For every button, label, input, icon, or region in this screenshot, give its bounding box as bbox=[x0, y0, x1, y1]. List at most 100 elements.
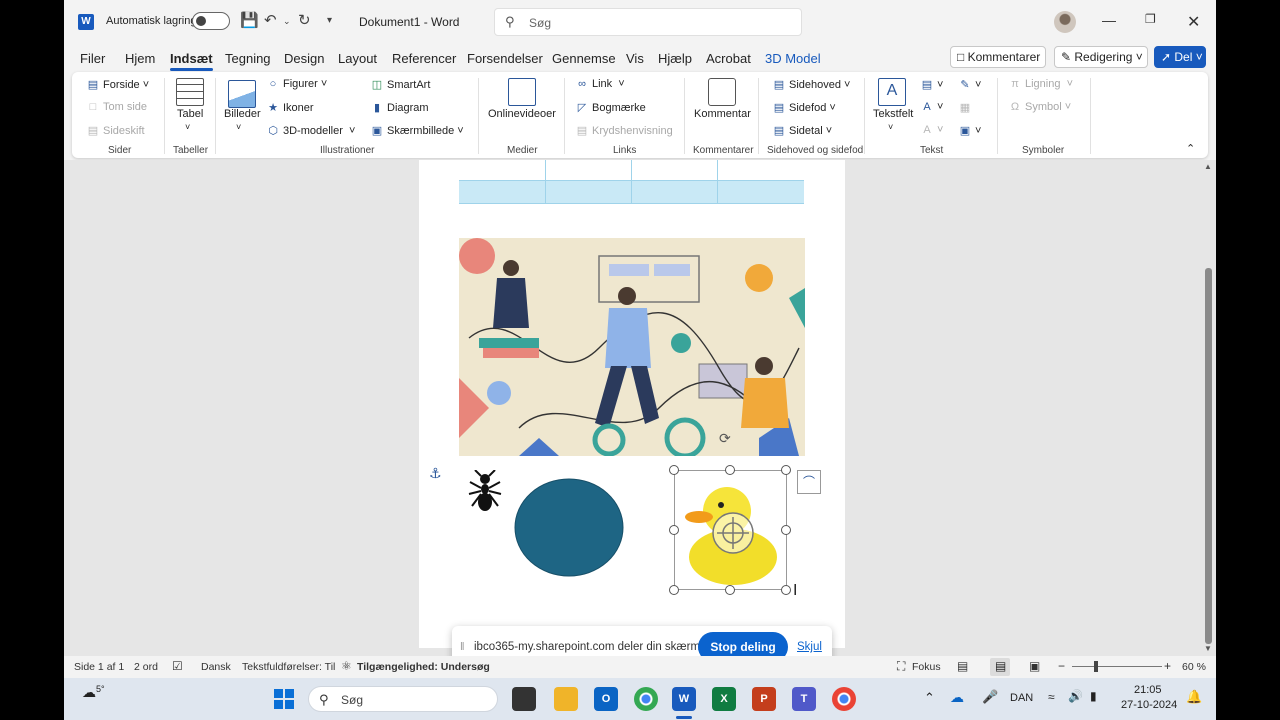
wifi-icon[interactable]: ≈ bbox=[1048, 690, 1055, 704]
proofing-icon[interactable]: ☑ bbox=[172, 659, 183, 673]
tom-side-button[interactable]: □ Tom side bbox=[86, 101, 147, 113]
input-language[interactable]: DAN bbox=[1010, 692, 1033, 704]
zoom-slider-thumb[interactable] bbox=[1094, 661, 1098, 672]
weather-temp[interactable]: 5° bbox=[96, 684, 105, 694]
tab-hjaelp[interactable]: Hjælp bbox=[658, 51, 692, 66]
zoom-level[interactable]: 60 % bbox=[1182, 661, 1206, 673]
powerpoint-icon[interactable]: P bbox=[752, 687, 776, 711]
word-taskbar-icon[interactable]: W bbox=[672, 687, 696, 711]
tab-tegning[interactable]: Tegning bbox=[225, 51, 271, 66]
drop-cap-button[interactable]: A ˅ bbox=[920, 124, 943, 136]
tab-3d-model[interactable]: 3D Model bbox=[765, 51, 821, 66]
tabel-label[interactable]: Tabel bbox=[177, 108, 203, 120]
undo-dropdown-icon[interactable]: ⌄ bbox=[283, 11, 291, 31]
resize-handle[interactable] bbox=[781, 525, 791, 535]
focus-icon[interactable]: ⛶ bbox=[897, 659, 905, 674]
link-button[interactable]: ∞ Link ˅ bbox=[575, 78, 625, 90]
resize-handle[interactable] bbox=[781, 585, 791, 595]
tab-referencer[interactable]: Referencer bbox=[392, 51, 456, 66]
comments-button[interactable]: □ Kommentarer bbox=[950, 46, 1046, 68]
search-input[interactable]: ⚲ Søg bbox=[494, 8, 802, 36]
diagram-button[interactable]: ▮ Diagram bbox=[370, 101, 429, 114]
zoom-out-icon[interactable]: − bbox=[1058, 659, 1065, 673]
file-explorer-icon[interactable] bbox=[554, 687, 578, 711]
share-button[interactable]: ➚ Del ˅ bbox=[1154, 46, 1206, 68]
tabel-dropdown-icon[interactable]: ˅ bbox=[185, 122, 190, 132]
volume-icon[interactable]: 🔊 bbox=[1068, 689, 1083, 703]
billeder-dropdown-icon[interactable]: ˅ bbox=[236, 122, 241, 132]
hide-link[interactable]: Skjul bbox=[797, 641, 822, 653]
tab-design[interactable]: Design bbox=[284, 51, 324, 66]
wordart-button[interactable]: A ˅ bbox=[920, 101, 943, 113]
drag-grip-icon[interactable]: ‖ bbox=[460, 641, 465, 653]
zoom-in-icon[interactable]: + bbox=[1164, 659, 1171, 673]
tab-layout[interactable]: Layout bbox=[338, 51, 377, 66]
quick-parts-button[interactable]: ▤ ˅ bbox=[920, 78, 944, 91]
tab-indsaet[interactable]: Indsæt bbox=[170, 51, 213, 71]
tab-acrobat[interactable]: Acrobat bbox=[706, 51, 751, 66]
scroll-down-icon[interactable]: ▼ bbox=[1204, 644, 1212, 653]
billeder-label[interactable]: Billeder bbox=[224, 108, 261, 120]
date-time-button[interactable]: ▦ bbox=[958, 101, 975, 114]
tab-filer[interactable]: Filer bbox=[80, 51, 105, 66]
outlook-icon[interactable]: O bbox=[594, 687, 618, 711]
resize-handle[interactable] bbox=[725, 585, 735, 595]
resize-handle[interactable] bbox=[669, 465, 679, 475]
onlinevideoer-label[interactable]: Onlinevideoer bbox=[488, 108, 556, 120]
onedrive-icon[interactable]: ☁ bbox=[950, 689, 964, 706]
table-icon[interactable] bbox=[176, 78, 204, 106]
undo-icon[interactable]: ↶ bbox=[264, 11, 277, 31]
new-comment-icon[interactable] bbox=[708, 78, 736, 106]
print-layout-button[interactable]: ▤ bbox=[990, 658, 1010, 676]
tekstfelt-dropdown-icon[interactable]: ˅ bbox=[888, 122, 893, 132]
read-mode-icon[interactable]: ▤ bbox=[957, 659, 968, 673]
symbol-button[interactable]: Ω Symbol ˅ bbox=[1008, 101, 1071, 113]
battery-icon[interactable]: ▮ bbox=[1090, 689, 1097, 703]
layout-options-icon[interactable]: ⌒ bbox=[797, 470, 821, 494]
ant-icon[interactable] bbox=[467, 470, 503, 512]
restore-icon[interactable]: ❐ bbox=[1145, 12, 1156, 26]
chrome-profile-icon[interactable] bbox=[832, 687, 856, 711]
ikoner-button[interactable]: ★ Ikoner bbox=[266, 101, 314, 114]
text-box-icon[interactable]: A bbox=[878, 78, 906, 106]
kommentar-label[interactable]: Kommentar bbox=[694, 108, 751, 120]
screenshot-button[interactable]: ▣ Skærmbillede ˅ bbox=[370, 124, 464, 137]
3d-models-button[interactable]: ⬡ 3D-modeller ˅ bbox=[266, 124, 355, 137]
pictures-icon[interactable] bbox=[228, 80, 256, 108]
resize-handle[interactable] bbox=[669, 525, 679, 535]
document-page[interactable]: ⚓ ⟳ ⌒ I bbox=[419, 160, 845, 648]
word-count[interactable]: 2 ord bbox=[134, 661, 158, 673]
rotate-handle-icon[interactable]: ⟳ bbox=[719, 430, 731, 447]
close-icon[interactable]: ✕ bbox=[1187, 12, 1200, 32]
anchor-icon[interactable]: ⚓ bbox=[429, 465, 442, 482]
3d-duck-model[interactable] bbox=[674, 470, 787, 590]
scrollbar-thumb[interactable] bbox=[1205, 268, 1212, 644]
smartart-button[interactable]: ◫ SmartArt bbox=[370, 78, 431, 91]
weather-icon[interactable]: ☁ bbox=[82, 684, 96, 701]
clock-time[interactable]: 21:05 bbox=[1134, 684, 1162, 696]
customize-toolbar-icon[interactable]: ▾ bbox=[327, 11, 332, 31]
forside-button[interactable]: ▤ Forside ˅ bbox=[86, 78, 149, 91]
editing-button[interactable]: ✎ Redigering ˅ bbox=[1054, 46, 1148, 68]
tab-gennemse[interactable]: Gennemse bbox=[552, 51, 616, 66]
online-video-icon[interactable] bbox=[508, 78, 536, 106]
collaboration-illustration[interactable] bbox=[459, 238, 805, 456]
language-indicator[interactable]: Dansk bbox=[201, 661, 231, 673]
tekstfelt-label[interactable]: Tekstfelt bbox=[873, 108, 913, 120]
cross-reference-button[interactable]: ▤ Krydshenvisning bbox=[575, 124, 673, 137]
figurer-button[interactable]: ○ Figurer ˅ bbox=[266, 78, 328, 90]
tab-forsendelser[interactable]: Forsendelser bbox=[467, 51, 543, 66]
document-table[interactable] bbox=[459, 160, 804, 204]
chrome-icon[interactable] bbox=[634, 687, 658, 711]
accessibility-status[interactable]: Tilgængelighed: Undersøg bbox=[357, 661, 490, 673]
accessibility-icon[interactable]: ⚛ bbox=[341, 659, 352, 673]
resize-handle[interactable] bbox=[725, 465, 735, 475]
object-button[interactable]: ▣ ˅ bbox=[958, 124, 982, 137]
microphone-icon[interactable]: 🎤 bbox=[982, 689, 998, 705]
blue-ellipse-shape[interactable] bbox=[514, 478, 624, 577]
page-number-button[interactable]: ▤ Sidetal ˅ bbox=[772, 124, 832, 137]
signature-line-button[interactable]: ✎ ˅ bbox=[958, 78, 981, 91]
web-layout-icon[interactable]: ▣ bbox=[1029, 659, 1040, 673]
header-button[interactable]: ▤ Sidehoved ˅ bbox=[772, 78, 851, 91]
save-icon[interactable]: 💾 bbox=[240, 11, 259, 31]
